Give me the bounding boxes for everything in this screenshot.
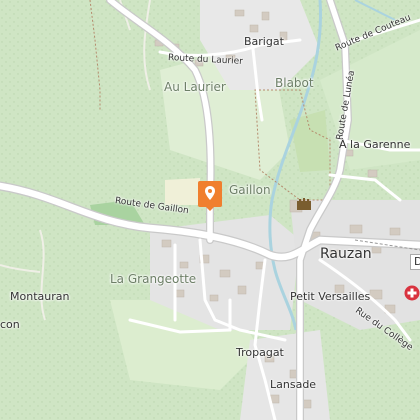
poi-icon[interactable] bbox=[404, 285, 420, 301]
castle-icon[interactable] bbox=[296, 196, 312, 210]
urban-area bbox=[240, 330, 330, 420]
map-marker-icon[interactable] bbox=[198, 181, 222, 211]
place-label-a-la-garenne: À la Garenne bbox=[339, 138, 411, 151]
place-label-con: con bbox=[0, 318, 20, 331]
place-label-la-grangeotte: La Grangeotte bbox=[110, 272, 197, 286]
place-label-blabot: Blabot bbox=[275, 76, 314, 90]
place-label-petit-versailles: Petit Versailles bbox=[290, 290, 371, 303]
place-label-gaillon: Gaillon bbox=[229, 183, 271, 197]
place-label-tropagat: Tropagat bbox=[236, 346, 284, 359]
building-lot bbox=[165, 178, 200, 205]
road-shield: D bbox=[410, 254, 420, 270]
map-view[interactable]: Barigat Route du Laurier Au Laurier Blab… bbox=[0, 0, 420, 420]
place-label-lansade: Lansade bbox=[270, 378, 317, 391]
place-label-au-laurier: Au Laurier bbox=[164, 80, 226, 94]
place-label-rauzan: Rauzan bbox=[320, 246, 372, 262]
place-label-montauran: Montauran bbox=[10, 290, 70, 303]
place-label-barigat: Barigat bbox=[244, 35, 284, 48]
